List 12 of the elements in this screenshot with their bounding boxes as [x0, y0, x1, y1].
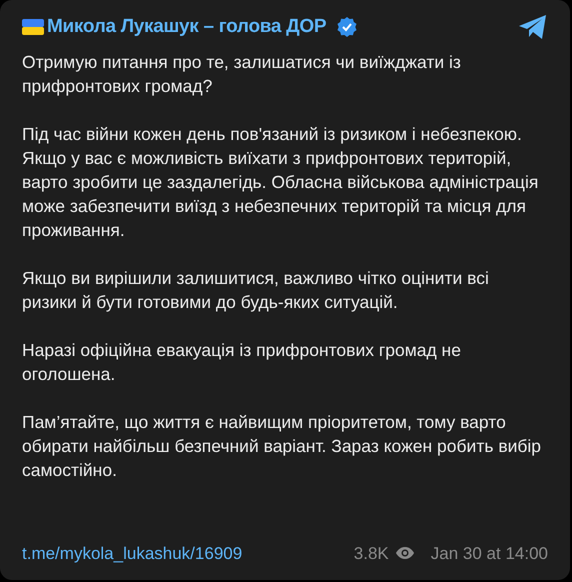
post-paragraph: Якщо ви вирішили залишитися, важливо чітко оцінити всі ризики й бути готовими до будь-яких ситуацій.	[22, 266, 490, 314]
post-paragraph: Наразі офіційна евакуація із прифронтових громад не оголошена.	[22, 338, 462, 386]
channel-name[interactable]: Микола Лукашук – голова ДОР	[47, 13, 326, 42]
post-paragraph: Пам’ятайте, що життя є найвищим пріоритетом, тому варто обирати найбільш безпечний варіант. Зараз кожен робить вибір самостійно.	[22, 410, 542, 482]
view-count: 3.8K	[354, 542, 389, 564]
post-date: Jan 30 at 14:00	[430, 542, 548, 564]
flag-icon	[22, 19, 44, 36]
post-paragraph: Під час війни кожен день пов'язаний із ризиком і небезпекою. Якщо у вас є можливість виїхати з прифронтових територій, варто зробити це заздалегідь. Обласна військова адміністрація може забезпечити виїзд з небезпечних територій та місця для проживання.	[22, 122, 540, 242]
paper-plane-icon[interactable]	[518, 14, 548, 40]
post-link[interactable]: t.me/mykola_lukashuk/16909	[22, 540, 242, 566]
post-paragraph: Отримую питання про те, залишатися чи виїжджати із прифронтових громад?	[22, 50, 462, 98]
eye-icon	[394, 546, 415, 560]
